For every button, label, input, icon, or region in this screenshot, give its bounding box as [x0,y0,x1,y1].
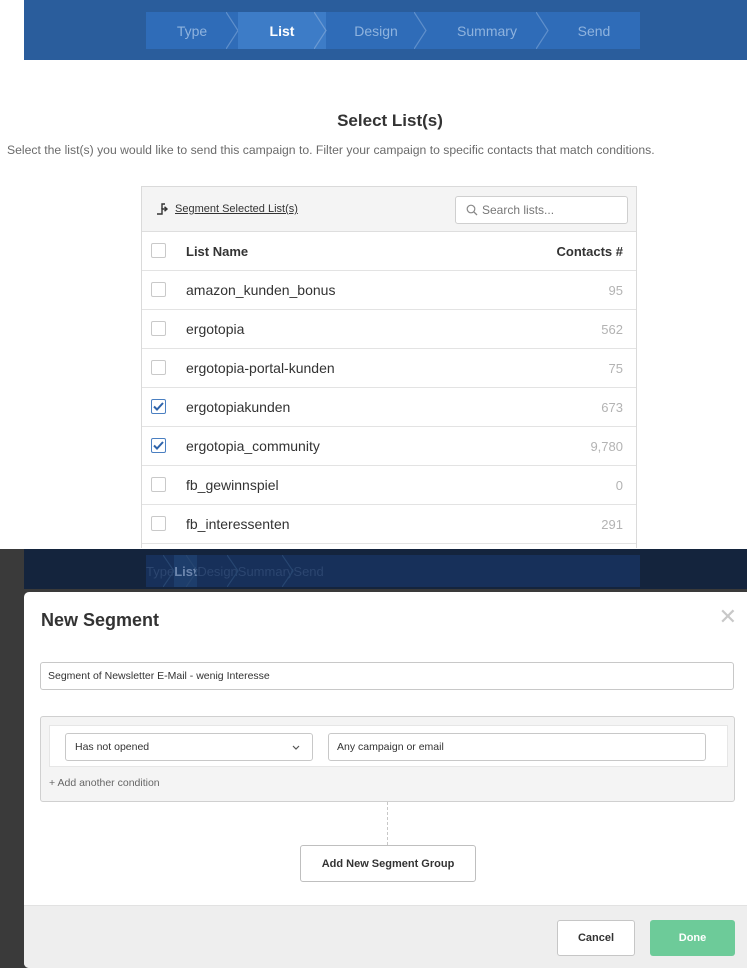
dimmed-campaign-stepper: Type List Design Summary Send [146,555,640,587]
table-header-row: List Name Contacts # [142,232,636,271]
search-lists-input[interactable]: Search lists... [455,196,628,224]
new-segment-modal: New Segment ✕ Segment of Newsletter E-Ma… [24,592,747,968]
step-label: List [269,22,295,39]
check-icon [153,402,164,411]
add-segment-group-button[interactable]: Add New Segment Group [300,845,476,882]
segment-link-label: Segment Selected List(s) [175,203,298,215]
contact-count: 95 [608,282,623,298]
column-header-contacts: Contacts # [556,243,623,259]
dimmed-step-type: Type [146,555,175,587]
step-type[interactable]: Type [146,12,239,49]
list-selection-panel: Segment Selected List(s) Search lists...… [141,186,637,548]
segment-branch-icon [157,203,169,215]
condition-value-field[interactable]: Any campaign or email [328,733,706,761]
table-row[interactable]: ergotopia 562 [142,310,636,349]
row-checkbox[interactable] [151,321,166,336]
search-placeholder: Search lists... [482,203,555,217]
dimmed-step-summary: Summary [238,555,295,587]
page-title: Select List(s) [337,111,443,130]
condition-operator-select[interactable]: Has not opened [65,733,313,761]
step-list[interactable]: List [238,12,327,49]
table-row[interactable]: ergotopia_community 9,780 [142,427,636,466]
step-label: Send [577,22,611,39]
segment-group: Has not opened Any campaign or email + A… [40,716,735,802]
list-name: amazon_kunden_bonus [186,282,336,298]
step-label: Type [176,22,208,39]
step-send[interactable]: Send [548,12,640,49]
list-name: ergotopia_community [186,438,320,454]
group-connector [387,802,388,845]
table-row[interactable]: amazon_kunden_bonus 95 [142,271,636,310]
column-header-list-name: List Name [186,243,249,259]
row-checkbox[interactable] [151,438,166,453]
cancel-button[interactable]: Cancel [557,920,635,956]
done-button[interactable]: Done [650,920,735,956]
chevron-down-icon [292,745,300,750]
select-all-checkbox[interactable] [151,243,166,258]
add-condition-link[interactable]: + Add another condition [49,777,160,789]
step-label: Summary [457,22,517,39]
list-name: ergotopia-portal-kunden [186,360,335,376]
table-row[interactable]: ergotopia-portal-kunden 75 [142,349,636,388]
condition-row: Has not opened Any campaign or email [49,725,728,767]
dimmed-step-design: Design [197,555,239,587]
panel-toolbar: Segment Selected List(s) Search lists... [142,187,636,232]
segment-name-field[interactable]: Segment of Newsletter E-Mail - wenig Int… [40,662,734,690]
row-checkbox[interactable] [151,399,166,414]
modal-footer: Cancel Done [24,905,747,968]
search-icon [466,204,478,216]
step-summary[interactable]: Summary [426,12,549,49]
page-subtitle: Select the list(s) you would like to sen… [7,143,655,157]
campaign-stepper: Type List Design Summary Send [146,12,640,49]
dimmed-navigation-bar: Type List Design Summary Send [24,549,747,589]
table-row[interactable]: fb_interessenten 291 [142,505,636,544]
modal-title: New Segment [41,610,160,630]
contact-count: 0 [615,477,623,493]
list-name: ergotopiakunden [186,399,291,415]
row-checkbox[interactable] [151,516,166,531]
step-design[interactable]: Design [326,12,427,49]
contact-count: 673 [601,399,623,415]
check-icon [153,441,164,450]
contact-count: 291 [601,516,623,532]
table-row[interactable]: ergotopiakunden 673 [142,388,636,427]
list-name: fb_gewinnspiel [186,477,279,493]
contact-count: 75 [608,360,623,376]
row-checkbox[interactable] [151,477,166,492]
table-row[interactable]: fb_gewinnspiel 0 [142,466,636,505]
list-name: fb_interessenten [186,516,290,532]
close-icon[interactable]: ✕ [719,606,737,628]
condition-operator-value: Has not opened [75,741,150,753]
contact-count: 9,780 [590,438,623,454]
step-label: Design [354,22,398,39]
step-label: Send [293,563,324,579]
contact-count: 562 [601,321,623,337]
list-name: ergotopia [186,321,245,337]
segment-selected-lists-link[interactable]: Segment Selected List(s) [156,203,298,215]
row-checkbox[interactable] [151,360,166,375]
modal-backdrop: Type List Design Summary Send New Segmen… [0,549,747,968]
dimmed-step-list: List [174,555,199,587]
dimmed-step-send: Send [293,555,323,587]
top-navigation-bar: Type List Design Summary Send [24,0,747,60]
row-checkbox[interactable] [151,282,166,297]
